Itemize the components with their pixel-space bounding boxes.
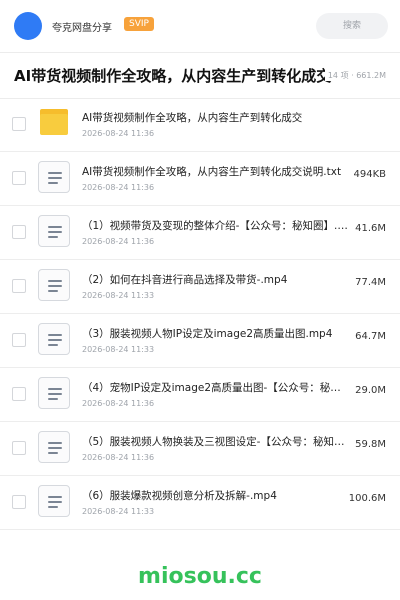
file-size: 100.6M	[348, 493, 386, 504]
file-date: 2026-08-24 11:33	[82, 345, 155, 354]
file-size: 59.8M	[355, 439, 386, 450]
svip-badge: SVIP	[124, 17, 154, 31]
item-checkbox[interactable]	[12, 387, 26, 401]
folder-meta: 14 项 · 661.2M	[324, 70, 386, 81]
file-date: 2026-08-24 11:36	[82, 399, 155, 408]
file-date: 2026-08-24 11:36	[82, 183, 155, 192]
item-checkbox[interactable]	[12, 441, 26, 455]
document-icon	[38, 269, 70, 301]
list-item[interactable]: AI带货视频制作全攻略，从内容生产到转化成交 2026-08-24 11:36	[0, 98, 400, 152]
item-checkbox[interactable]	[12, 279, 26, 293]
file-list: AI带货视频制作全攻略，从内容生产到转化成交 2026-08-24 11:36 …	[0, 98, 400, 530]
file-name: AI带货视频制作全攻略，从内容生产到转化成交说明.txt	[82, 166, 342, 178]
document-icon	[38, 215, 70, 247]
item-checkbox[interactable]	[12, 495, 26, 509]
file-date: 2026-08-24 11:36	[82, 453, 155, 462]
file-name: （3）服装视频人物IP设定及image2高质量出图.mp4	[82, 328, 333, 340]
file-name: （4）宠物IP设定及image2高质量出图-【公众号：秘知圈】.mp4	[82, 382, 348, 394]
app-name: 夸克网盘分享	[52, 23, 112, 34]
item-checkbox[interactable]	[12, 171, 26, 185]
item-checkbox[interactable]	[12, 117, 26, 131]
list-item[interactable]: （2）如何在抖音进行商品选择及带货-.mp4 2026-08-24 11:33 …	[0, 260, 400, 314]
watermark-text: miosou.cc	[138, 564, 262, 589]
file-size: 41.6M	[355, 223, 386, 234]
list-item[interactable]: （5）服装视频人物换装及三视图设定-【公众号：秘知圈】.mp4 2026-08-…	[0, 422, 400, 476]
document-icon	[38, 161, 70, 193]
file-size: 64.7M	[355, 331, 386, 342]
file-name: （2）如何在抖音进行商品选择及带货-.mp4	[82, 274, 288, 286]
file-size: 29.0M	[355, 385, 386, 396]
page-title: AI带货视频制作全攻略，从内容生产到转化成交	[14, 67, 332, 85]
document-icon	[38, 323, 70, 355]
list-item[interactable]: （6）服装爆款视频创意分析及拆解-.mp4 2026-08-24 11:33 1…	[0, 476, 400, 530]
list-item[interactable]: （1）视频带货及变现的整体介绍-【公众号：秘知圈】.mp4 2026-08-24…	[0, 206, 400, 260]
file-name: （5）服装视频人物换装及三视图设定-【公众号：秘知圈】.mp4	[82, 436, 348, 448]
file-date: 2026-08-24 11:33	[82, 507, 155, 516]
list-item[interactable]: （4）宠物IP设定及image2高质量出图-【公众号：秘知圈】.mp4 2026…	[0, 368, 400, 422]
file-size: 494KB	[353, 169, 386, 180]
top-bar: 夸克网盘分享 SVIP 搜索	[0, 0, 400, 53]
folder-icon	[40, 109, 68, 135]
avatar[interactable]	[14, 12, 42, 40]
file-size: 77.4M	[355, 277, 386, 288]
list-item[interactable]: AI带货视频制作全攻略，从内容生产到转化成交说明.txt 2026-08-24 …	[0, 152, 400, 206]
item-checkbox[interactable]	[12, 225, 26, 239]
folder-header: AI带货视频制作全攻略，从内容生产到转化成交 14 项 · 661.2M	[0, 52, 400, 99]
file-name: （1）视频带货及变现的整体介绍-【公众号：秘知圈】.mp4	[82, 220, 348, 232]
item-checkbox[interactable]	[12, 333, 26, 347]
document-icon	[38, 485, 70, 517]
search-input[interactable]: 搜索	[316, 13, 388, 39]
file-name: AI带货视频制作全攻略，从内容生产到转化成交	[82, 112, 303, 124]
file-date: 2026-08-24 11:33	[82, 291, 155, 300]
document-icon	[38, 377, 70, 409]
file-date: 2026-08-24 11:36	[82, 129, 155, 138]
file-name: （6）服装爆款视频创意分析及拆解-.mp4	[82, 490, 277, 502]
document-icon	[38, 431, 70, 463]
list-item[interactable]: （3）服装视频人物IP设定及image2高质量出图.mp4 2026-08-24…	[0, 314, 400, 368]
file-date: 2026-08-24 11:36	[82, 237, 155, 246]
